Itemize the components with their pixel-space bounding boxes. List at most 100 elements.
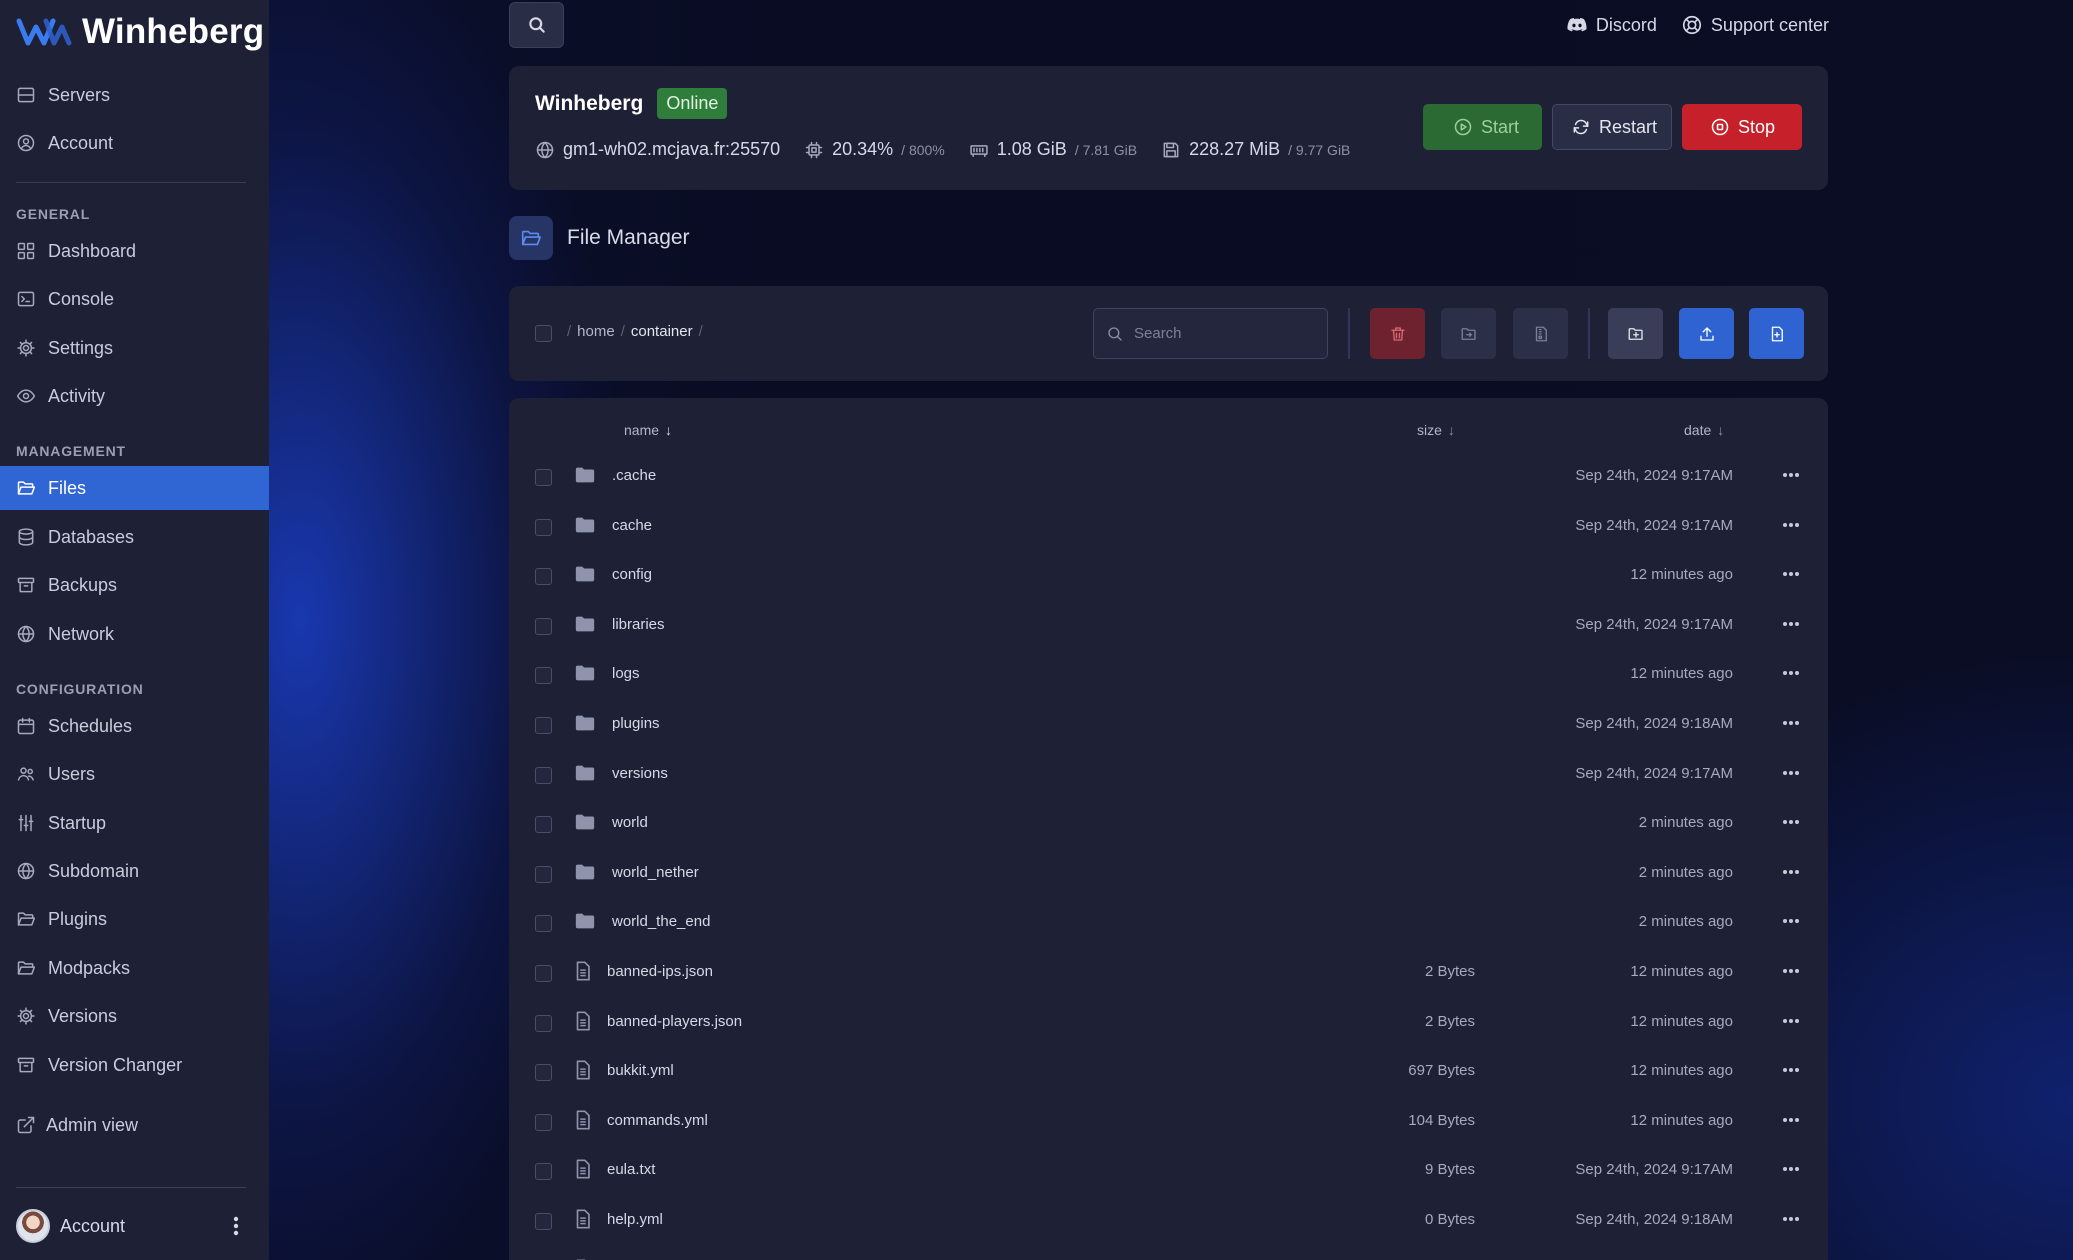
table-row[interactable]: banned-ips.json 2 Bytes 12 minutes ago — [509, 946, 1828, 996]
breadcrumb-home[interactable]: home — [577, 323, 615, 340]
row-checkbox[interactable] — [535, 1014, 552, 1032]
more-options-icon[interactable] — [1780, 614, 1802, 634]
sidebar-item-console[interactable]: Console — [0, 277, 269, 321]
table-row[interactable]: plugins Sep 24th, 2024 9:18AM — [509, 698, 1828, 748]
file-name[interactable]: banned-ips.json — [607, 963, 713, 980]
account-menu[interactable]: Account — [16, 1208, 246, 1244]
sidebar-item-schedules[interactable]: Schedules — [0, 704, 269, 748]
more-options-icon[interactable] — [1780, 961, 1802, 981]
row-checkbox[interactable] — [535, 1064, 552, 1082]
more-options-icon[interactable] — [1780, 713, 1802, 733]
table-row[interactable]: commands.yml 104 Bytes 12 minutes ago — [509, 1095, 1828, 1145]
file-name[interactable]: help.yml — [607, 1211, 663, 1228]
column-header-size[interactable]: size ↓ — [1417, 422, 1455, 438]
more-options-icon[interactable] — [1780, 1060, 1802, 1080]
sidebar-item-network[interactable]: Network — [0, 612, 269, 656]
sidebar-item-account[interactable]: Account — [0, 121, 269, 165]
upload-button[interactable] — [1679, 308, 1734, 359]
file-name[interactable]: commands.yml — [607, 1112, 708, 1129]
sidebar-item-version-changer[interactable]: Version Changer — [0, 1043, 269, 1087]
file-name[interactable]: config — [612, 566, 652, 583]
table-row[interactable]: .cache Sep 24th, 2024 9:17AM — [509, 450, 1828, 500]
row-checkbox[interactable] — [535, 1163, 552, 1181]
more-options-icon[interactable] — [1780, 663, 1802, 683]
sidebar-item-dashboard[interactable]: Dashboard — [0, 229, 269, 273]
server-address[interactable]: gm1-wh02.mcjava.fr:25570 — [563, 139, 780, 160]
table-row[interactable]: libraries Sep 24th, 2024 9:17AM — [509, 599, 1828, 649]
new-folder-button[interactable] — [1608, 308, 1663, 359]
sidebar-item-startup[interactable]: Startup — [0, 801, 269, 845]
more-options-icon[interactable] — [1780, 465, 1802, 485]
delete-selected-button[interactable] — [1370, 308, 1425, 359]
table-row[interactable] — [509, 1244, 1828, 1260]
file-name[interactable]: world_the_end — [612, 913, 710, 930]
sidebar-item-settings[interactable]: Settings — [0, 326, 269, 370]
sidebar-item-users[interactable]: Users — [0, 752, 269, 796]
support-center-link[interactable]: Support center — [1681, 14, 1829, 36]
more-options-icon[interactable] — [1780, 564, 1802, 584]
new-file-button[interactable] — [1749, 308, 1804, 359]
discord-link[interactable]: Discord — [1566, 14, 1657, 36]
sidebar-item-databases[interactable]: Databases — [0, 515, 269, 559]
table-row[interactable]: world_the_end 2 minutes ago — [509, 896, 1828, 946]
archive-selected-button[interactable] — [1513, 308, 1568, 359]
more-options-icon[interactable] — [1780, 1209, 1802, 1229]
table-row[interactable]: logs 12 minutes ago — [509, 648, 1828, 698]
row-checkbox[interactable] — [535, 518, 552, 536]
file-search-input[interactable] — [1134, 325, 1314, 342]
table-row[interactable]: world_nether 2 minutes ago — [509, 847, 1828, 897]
table-row[interactable]: cache Sep 24th, 2024 9:17AM — [509, 500, 1828, 550]
file-name[interactable]: logs — [612, 665, 640, 682]
file-name[interactable]: banned-players.json — [607, 1013, 742, 1030]
select-all-checkbox[interactable] — [535, 325, 552, 342]
row-checkbox[interactable] — [535, 717, 552, 734]
table-row[interactable]: config 12 minutes ago — [509, 549, 1828, 599]
row-checkbox[interactable] — [535, 617, 552, 635]
sidebar-item-files[interactable]: Files — [0, 466, 269, 510]
sidebar-item-activity[interactable]: Activity — [0, 374, 269, 418]
row-checkbox[interactable] — [535, 965, 552, 982]
table-row[interactable]: help.yml 0 Bytes Sep 24th, 2024 9:18AM — [509, 1194, 1828, 1244]
file-name[interactable]: .cache — [612, 467, 656, 484]
breadcrumb-container[interactable]: container — [631, 323, 693, 340]
brand[interactable]: Winheberg — [16, 12, 264, 52]
column-header-date[interactable]: date ↓ — [1684, 422, 1724, 438]
sidebar-item-modpacks[interactable]: Modpacks — [0, 946, 269, 990]
table-row[interactable]: bukkit.yml 697 Bytes 12 minutes ago — [509, 1045, 1828, 1095]
more-options-icon[interactable] — [1780, 1011, 1802, 1031]
file-name[interactable]: eula.txt — [607, 1161, 655, 1178]
stop-button[interactable]: Stop — [1682, 104, 1802, 150]
row-checkbox[interactable] — [535, 1113, 552, 1131]
column-header-name[interactable]: name ↓ — [624, 422, 672, 438]
row-checkbox[interactable] — [535, 766, 552, 784]
sidebar-item-backups[interactable]: Backups — [0, 563, 269, 607]
file-name[interactable]: world_nether — [612, 864, 699, 881]
sidebar-item-subdomain[interactable]: Subdomain — [0, 849, 269, 893]
table-row[interactable]: eula.txt 9 Bytes Sep 24th, 2024 9:17AM — [509, 1144, 1828, 1194]
more-options-icon[interactable] — [1780, 1159, 1802, 1179]
more-options-icon[interactable] — [1780, 515, 1802, 535]
more-options-icon[interactable] — [1780, 1110, 1802, 1130]
file-name[interactable]: libraries — [612, 616, 665, 633]
file-name[interactable]: cache — [612, 517, 652, 534]
row-checkbox[interactable] — [535, 816, 552, 834]
file-name[interactable]: plugins — [612, 715, 660, 732]
more-options-icon[interactable] — [1780, 862, 1802, 882]
table-row[interactable]: versions Sep 24th, 2024 9:17AM — [509, 748, 1828, 798]
row-checkbox[interactable] — [535, 667, 552, 685]
more-options-icon[interactable] — [1780, 763, 1802, 783]
file-name[interactable]: bukkit.yml — [607, 1062, 674, 1079]
row-checkbox[interactable] — [535, 865, 552, 883]
table-row[interactable]: world 2 minutes ago — [509, 797, 1828, 847]
sidebar-item-plugins[interactable]: Plugins — [0, 897, 269, 941]
more-options-icon[interactable] — [1780, 812, 1802, 832]
sidebar-item-versions[interactable]: Versions — [0, 994, 269, 1038]
sidebar-item-servers[interactable]: Servers — [0, 73, 269, 117]
row-checkbox[interactable] — [535, 568, 552, 586]
global-search-button[interactable] — [509, 2, 564, 48]
start-button[interactable]: Start — [1423, 104, 1542, 150]
table-row[interactable]: banned-players.json 2 Bytes 12 minutes ago — [509, 996, 1828, 1046]
row-checkbox[interactable] — [535, 915, 552, 933]
kebab-menu-icon[interactable] — [226, 1212, 246, 1240]
file-name[interactable]: world — [612, 814, 648, 831]
